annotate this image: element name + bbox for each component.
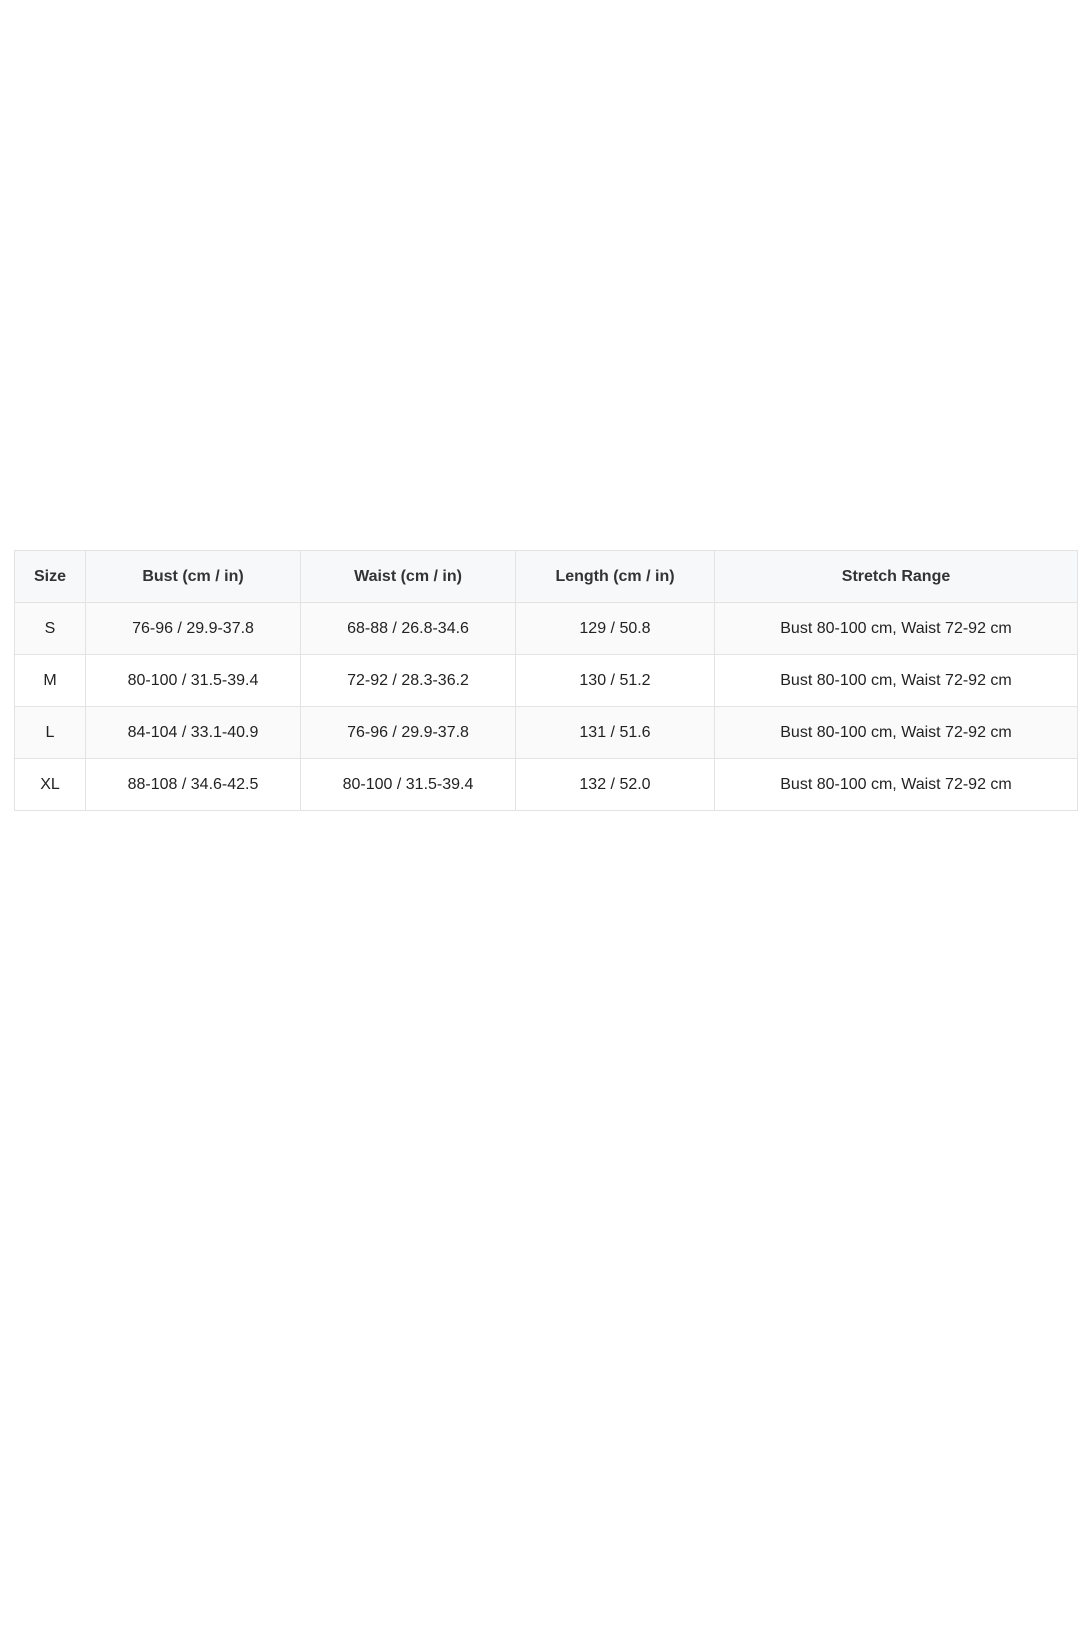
- cell-size: M: [14, 654, 86, 707]
- cell-length: 130 / 51.2: [515, 654, 715, 707]
- cell-size: L: [14, 706, 86, 759]
- cell-stretch-range: Bust 80-100 cm, Waist 72-92 cm: [714, 654, 1078, 707]
- header-length: Length (cm / in): [515, 550, 715, 603]
- cell-length: 131 / 51.6: [515, 706, 715, 759]
- cell-size: S: [14, 602, 86, 655]
- table-row: S 76-96 / 29.9-37.8 68-88 / 26.8-34.6 12…: [14, 602, 1078, 655]
- cell-waist: 68-88 / 26.8-34.6: [300, 602, 516, 655]
- cell-waist: 72-92 / 28.3-36.2: [300, 654, 516, 707]
- header-stretch-range: Stretch Range: [714, 550, 1078, 603]
- size-chart-container: Size Bust (cm / in) Waist (cm / in) Leng…: [14, 550, 1078, 811]
- size-chart-table: Size Bust (cm / in) Waist (cm / in) Leng…: [14, 550, 1078, 811]
- table-header-row: Size Bust (cm / in) Waist (cm / in) Leng…: [14, 550, 1078, 603]
- cell-length: 129 / 50.8: [515, 602, 715, 655]
- table-row: XL 88-108 / 34.6-42.5 80-100 / 31.5-39.4…: [14, 758, 1078, 811]
- header-waist: Waist (cm / in): [300, 550, 516, 603]
- table-row: M 80-100 / 31.5-39.4 72-92 / 28.3-36.2 1…: [14, 654, 1078, 707]
- cell-bust: 76-96 / 29.9-37.8: [85, 602, 301, 655]
- cell-waist: 76-96 / 29.9-37.8: [300, 706, 516, 759]
- cell-size: XL: [14, 758, 86, 811]
- cell-bust: 84-104 / 33.1-40.9: [85, 706, 301, 759]
- header-bust: Bust (cm / in): [85, 550, 301, 603]
- cell-stretch-range: Bust 80-100 cm, Waist 72-92 cm: [714, 706, 1078, 759]
- table-row: L 84-104 / 33.1-40.9 76-96 / 29.9-37.8 1…: [14, 706, 1078, 759]
- cell-stretch-range: Bust 80-100 cm, Waist 72-92 cm: [714, 602, 1078, 655]
- cell-bust: 80-100 / 31.5-39.4: [85, 654, 301, 707]
- cell-waist: 80-100 / 31.5-39.4: [300, 758, 516, 811]
- cell-stretch-range: Bust 80-100 cm, Waist 72-92 cm: [714, 758, 1078, 811]
- header-size: Size: [14, 550, 86, 603]
- cell-bust: 88-108 / 34.6-42.5: [85, 758, 301, 811]
- cell-length: 132 / 52.0: [515, 758, 715, 811]
